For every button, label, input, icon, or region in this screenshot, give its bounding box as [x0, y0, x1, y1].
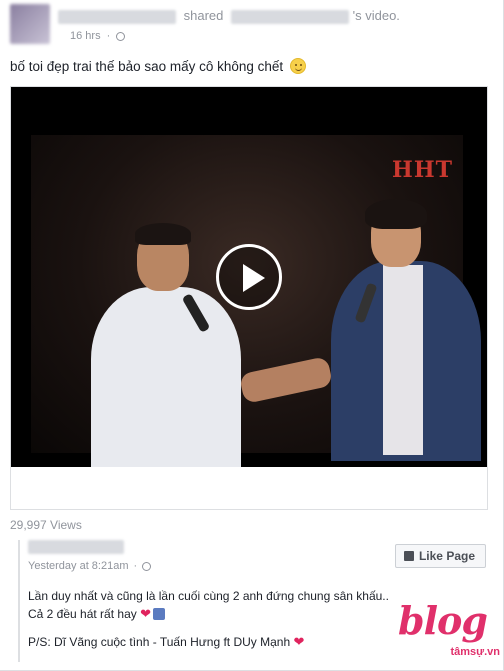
comment-time[interactable]: Yesterday at 8:21am: [28, 560, 129, 572]
heart-icon: ❤: [140, 606, 151, 621]
comment-meta: Yesterday at 8:21am ·: [28, 560, 152, 572]
video-attachment[interactable]: HHT: [10, 86, 488, 510]
post-card: shared 's video. 16 hrs · bố toi đẹp tra…: [0, 0, 504, 671]
post-time[interactable]: 16 hrs: [70, 30, 101, 42]
video-link[interactable]: 's video.: [353, 8, 400, 23]
arm: [238, 355, 334, 405]
view-count: 29,997 Views: [10, 518, 82, 532]
thumbs-up-emoji-icon: [153, 608, 165, 620]
post-header: shared 's video. 16 hrs ·: [10, 4, 490, 44]
like-page-button[interactable]: Like Page: [394, 544, 486, 568]
meta-dot: ·: [106, 30, 111, 42]
heart-icon: ❤: [293, 634, 305, 649]
ps-text: P/S: Dĩ Vãng cuộc tình - Tuấn Hưng ft DU…: [28, 635, 291, 649]
post-text: bố toi đẹp trai thế bảo sao mấy cô không…: [10, 58, 306, 74]
shared-label: shared: [183, 8, 224, 23]
video-player[interactable]: HHT: [11, 87, 487, 467]
avatar[interactable]: [10, 4, 50, 44]
post-author-line: shared 's video.: [58, 8, 400, 24]
watermark-site: tâmsự.vn: [448, 646, 502, 658]
play-icon[interactable]: [216, 244, 282, 310]
site-watermark: blog tâmsự.vn: [398, 598, 502, 668]
post-meta: 16 hrs ·: [70, 30, 126, 42]
smile-emoji-icon: [289, 58, 306, 74]
original-poster-redacted[interactable]: [231, 9, 349, 24]
channel-logo: HHT: [392, 157, 453, 183]
globe-icon[interactable]: [116, 31, 126, 41]
watermark-logo: blog: [398, 598, 488, 643]
like-page-label: Like Page: [418, 549, 475, 563]
commenter-name-redacted[interactable]: [28, 540, 124, 554]
thumbs-up-icon: [403, 551, 414, 561]
comment-text: Lần duy nhất và cũng là lần cuối cùng 2 …: [28, 589, 389, 621]
comment-ps: P/S: Dĩ Vãng cuộc tình - Tuấn Hưng ft DU…: [28, 634, 304, 650]
meta-dot: ·: [133, 560, 138, 572]
post-message: bố toi đẹp trai thế bảo sao mấy cô không…: [10, 59, 284, 74]
comment-body: Lần duy nhất và cũng là lần cuối cùng 2 …: [28, 588, 398, 623]
author-name-redacted[interactable]: [58, 9, 176, 24]
singer-right: [331, 199, 481, 465]
globe-icon[interactable]: [142, 561, 152, 571]
